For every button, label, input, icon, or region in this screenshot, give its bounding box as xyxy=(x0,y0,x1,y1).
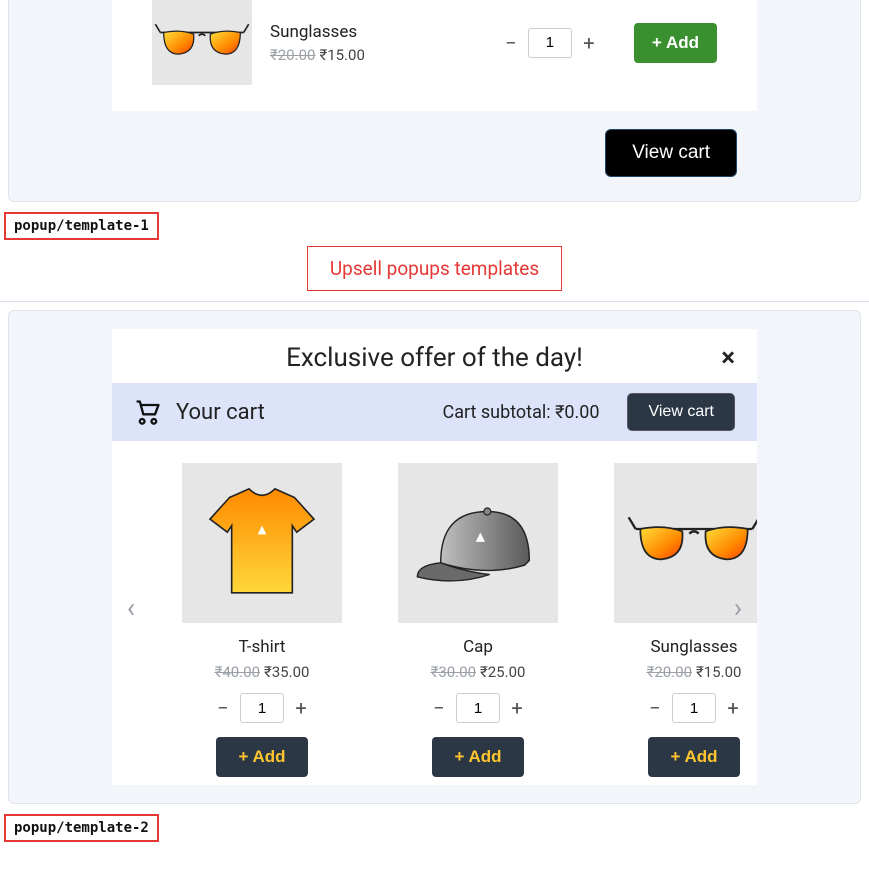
template-2-caption: popup/template-2 xyxy=(4,814,159,842)
product-card: Cap ₹30.00₹25.00 − + + Add xyxy=(398,463,558,777)
product-prices: ₹40.00₹35.00 xyxy=(215,663,310,681)
qty-input[interactable] xyxy=(528,28,572,58)
popup-title: Exclusive offer of the day! xyxy=(286,343,583,373)
price-old: ₹20.00 xyxy=(647,663,692,681)
carousel-scroller[interactable]: T-shirt ₹40.00₹35.00 − + + Add Cap ₹30.0… xyxy=(112,459,757,785)
product-carousel: ‹ › T-shirt ₹40.00₹35.00 − + + Add Cap ₹… xyxy=(112,441,757,785)
subtotal-value: ₹0.00 xyxy=(555,402,599,423)
product-thumb xyxy=(398,463,558,623)
section-title: Upsell popups templates xyxy=(0,246,869,291)
template-1-popup: Sunglasses ₹20.00₹15.00 − + + Add xyxy=(112,0,757,111)
template-1-footer: View cart xyxy=(112,111,757,177)
product-thumb-sunglasses xyxy=(152,0,252,85)
subtotal-label: Cart subtotal: xyxy=(442,402,555,423)
price-new: ₹15.00 xyxy=(696,663,741,681)
tshirt-icon xyxy=(192,478,332,608)
product-info: Sunglasses ₹20.00₹15.00 xyxy=(270,22,484,64)
product-prices: ₹20.00₹15.00 xyxy=(647,663,742,681)
qty-increment[interactable]: + xyxy=(508,698,526,718)
qty-stepper: − + xyxy=(430,693,526,723)
template-1-caption: popup/template-1 xyxy=(4,212,159,240)
qty-stepper: − + xyxy=(502,28,598,58)
product-name: Cap xyxy=(463,637,493,657)
price-new: ₹15.00 xyxy=(319,46,364,64)
close-icon[interactable]: × xyxy=(721,343,735,373)
qty-stepper: − + xyxy=(214,693,310,723)
qty-increment[interactable]: + xyxy=(724,698,742,718)
price-new: ₹35.00 xyxy=(264,663,309,681)
divider xyxy=(0,301,869,302)
carousel-next-icon[interactable]: › xyxy=(723,591,753,624)
template-2-panel: Exclusive offer of the day! × Your cart … xyxy=(8,310,861,804)
section-title-text: Upsell popups templates xyxy=(307,246,562,291)
price-old: ₹30.00 xyxy=(431,663,476,681)
your-cart-label: Your cart xyxy=(176,400,265,425)
cart-subtotal: Cart subtotal: ₹0.00 xyxy=(442,402,599,423)
qty-decrement[interactable]: − xyxy=(502,33,520,53)
add-button[interactable]: + Add xyxy=(648,737,739,777)
product-name: Sunglasses xyxy=(650,637,737,657)
qty-decrement[interactable]: − xyxy=(214,698,232,718)
popup-title-row: Exclusive offer of the day! × xyxy=(112,329,757,383)
qty-increment[interactable]: + xyxy=(292,698,310,718)
carousel-prev-icon[interactable]: ‹ xyxy=(116,591,146,624)
product-name: T-shirt xyxy=(239,637,286,657)
add-button[interactable]: + Add xyxy=(634,23,717,63)
template-1-panel: Sunglasses ₹20.00₹15.00 − + + Add View c… xyxy=(8,0,861,202)
price-new: ₹25.00 xyxy=(480,663,525,681)
sunglasses-icon xyxy=(624,478,757,608)
cap-icon xyxy=(408,478,548,608)
view-cart-button[interactable]: View cart xyxy=(627,393,735,431)
qty-decrement[interactable]: − xyxy=(430,698,448,718)
product-prices: ₹30.00₹25.00 xyxy=(431,663,526,681)
cart-bar: Your cart Cart subtotal: ₹0.00 View cart xyxy=(112,383,757,441)
product-card: T-shirt ₹40.00₹35.00 − + + Add xyxy=(182,463,342,777)
template-2-popup: Exclusive offer of the day! × Your cart … xyxy=(112,329,757,785)
view-cart-button[interactable]: View cart xyxy=(605,129,737,177)
product-thumb xyxy=(182,463,342,623)
upsell-row: Sunglasses ₹20.00₹15.00 − + + Add xyxy=(112,0,757,101)
add-button[interactable]: + Add xyxy=(432,737,523,777)
price-old: ₹40.00 xyxy=(215,663,260,681)
product-name: Sunglasses xyxy=(270,22,484,42)
qty-input[interactable] xyxy=(240,693,284,723)
price-old: ₹20.00 xyxy=(270,46,315,64)
add-button[interactable]: + Add xyxy=(216,737,307,777)
qty-stepper: − + xyxy=(646,693,742,723)
qty-input[interactable] xyxy=(672,693,716,723)
cart-icon xyxy=(134,398,162,426)
qty-decrement[interactable]: − xyxy=(646,698,664,718)
qty-increment[interactable]: + xyxy=(580,33,598,53)
product-prices: ₹20.00₹15.00 xyxy=(270,46,484,64)
qty-input[interactable] xyxy=(456,693,500,723)
